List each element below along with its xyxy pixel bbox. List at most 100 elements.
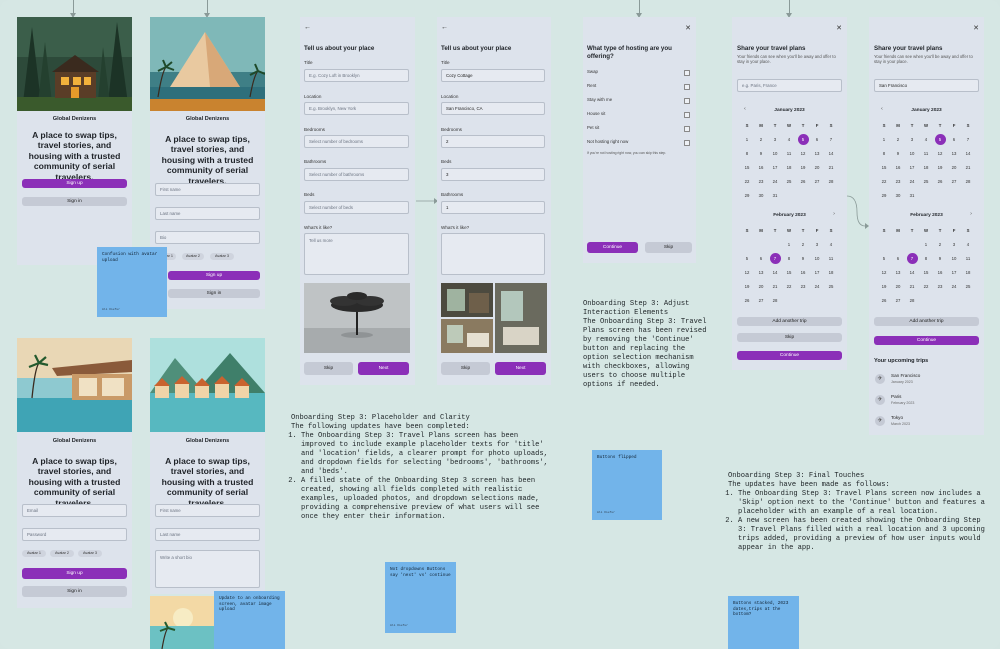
add-trip-button[interactable]: Add another trip <box>874 317 979 326</box>
calendar-day[interactable]: 1 <box>782 237 796 251</box>
calendar-day[interactable]: 14 <box>961 146 975 160</box>
calendar-day[interactable]: 11 <box>782 146 796 160</box>
calendar-day[interactable]: 5 <box>934 133 946 145</box>
calendar-day[interactable]: 12 <box>877 265 891 279</box>
calendar-day[interactable]: 20 <box>891 279 905 293</box>
checkbox[interactable] <box>684 70 690 76</box>
sign-up-button[interactable]: Sign up <box>168 271 260 280</box>
calendar-day[interactable]: 12 <box>933 146 947 160</box>
calendar-day[interactable]: 17 <box>905 160 919 174</box>
title-input[interactable]: Cozy Cottage <box>441 69 545 82</box>
option-pet-sit[interactable]: Pet sit <box>587 125 692 134</box>
description-input[interactable]: Tell us more <box>304 233 409 275</box>
calendar-day[interactable]: 24 <box>905 174 919 188</box>
calendar-day[interactable]: 10 <box>810 251 824 265</box>
calendar-day[interactable]: 20 <box>754 279 768 293</box>
avatar-option-2[interactable]: Avatar 2 <box>50 550 74 557</box>
calendar-day[interactable]: 21 <box>961 160 975 174</box>
calendar-day[interactable]: 14 <box>905 265 919 279</box>
sticky-note-avatar[interactable]: Confusion with avatar upload Ali Kiefer <box>97 247 167 317</box>
calendar-day[interactable]: 7 <box>906 252 918 264</box>
calendar-day[interactable]: 28 <box>824 174 838 188</box>
last-name-input[interactable]: Last name <box>155 528 260 541</box>
bedrooms-select[interactable]: Select number of bedrooms <box>304 135 409 148</box>
checkbox[interactable] <box>684 126 690 132</box>
calendar-day[interactable]: 26 <box>877 293 891 307</box>
calendar-day[interactable]: 24 <box>810 279 824 293</box>
calendar-day[interactable]: 17 <box>810 265 824 279</box>
first-name-input[interactable]: First name <box>155 183 260 196</box>
calendar-day[interactable]: 10 <box>947 251 961 265</box>
calendar-day[interactable]: 15 <box>782 265 796 279</box>
calendar-day[interactable]: 16 <box>796 265 810 279</box>
calendar-day[interactable]: 14 <box>768 265 782 279</box>
calendar-day[interactable]: 23 <box>796 279 810 293</box>
close-icon[interactable]: ✕ <box>685 24 691 32</box>
bathrooms-select[interactable]: Select number of bathrooms <box>304 168 409 181</box>
location-input[interactable]: E.g. Brooklyn, New York <box>304 102 409 115</box>
avatar-option-2[interactable]: Avatar 2 <box>182 253 204 260</box>
calendar-day[interactable]: 8 <box>877 146 891 160</box>
calendar-day[interactable]: 26 <box>796 174 810 188</box>
calendar-day[interactable]: 10 <box>905 146 919 160</box>
calendar-day[interactable]: 6 <box>754 251 768 265</box>
calendar-day[interactable]: 15 <box>877 160 891 174</box>
calendar-day[interactable]: 13 <box>810 146 824 160</box>
continue-button[interactable]: Continue <box>874 336 979 345</box>
sign-in-button[interactable]: Sign in <box>22 197 127 206</box>
continue-button[interactable]: Continue <box>737 351 842 360</box>
continue-button[interactable]: Continue <box>587 242 638 253</box>
calendar-day[interactable]: 4 <box>782 132 796 146</box>
calendar-day[interactable]: 23 <box>754 174 768 188</box>
calendar-day[interactable]: 15 <box>740 160 754 174</box>
calendar-day[interactable]: 30 <box>754 188 768 202</box>
skip-button[interactable]: Skip <box>645 242 692 253</box>
calendar-day[interactable]: 5 <box>740 251 754 265</box>
calendar-day[interactable]: 3 <box>810 237 824 251</box>
beds-select[interactable]: Select number of beds <box>304 201 409 214</box>
calendar-day[interactable]: 29 <box>740 188 754 202</box>
calendar-day[interactable]: 25 <box>919 174 933 188</box>
calendar-day[interactable]: 7 <box>824 132 838 146</box>
calendar-day[interactable]: 27 <box>891 293 905 307</box>
option-rent[interactable]: Rent <box>587 83 692 92</box>
sign-in-button[interactable]: Sign in <box>22 586 127 597</box>
calendar-day[interactable]: 3 <box>905 132 919 146</box>
calendar-day[interactable]: 22 <box>782 279 796 293</box>
skip-button[interactable]: Skip <box>737 333 842 342</box>
uploaded-photos-grid[interactable] <box>441 283 547 353</box>
calendar-day[interactable]: 28 <box>768 293 782 307</box>
back-arrow-icon[interactable]: ← <box>441 24 448 31</box>
calendar-day[interactable]: 29 <box>877 188 891 202</box>
calendar-day[interactable]: 27 <box>810 174 824 188</box>
calendar-february[interactable]: S M T W T F S 1 2 3 4 5 6 7 8 9 10 11 12 13 14 15 16 17 18 19 20 21… <box>877 223 975 307</box>
first-name-input[interactable]: First name <box>155 504 260 517</box>
calendar-day[interactable]: 14 <box>824 146 838 160</box>
calendar-day[interactable]: 18 <box>919 160 933 174</box>
calendar-day[interactable]: 6 <box>947 132 961 146</box>
calendar-day[interactable]: 1 <box>919 237 933 251</box>
calendar-january[interactable]: S M T W T F S 1 2 3 4 5 6 7 8 9 10 11 12 13 14 15 16 17 18 19 20 21… <box>877 118 975 202</box>
destination-input[interactable]: e.g. Paris, France <box>737 79 842 92</box>
photo-upload-placeholder[interactable] <box>304 283 410 353</box>
calendar-day[interactable]: 2 <box>754 132 768 146</box>
bathrooms-select[interactable]: 1 <box>441 201 545 214</box>
bio-input[interactable]: Bio <box>155 231 260 244</box>
calendar-day[interactable]: 4 <box>961 237 975 251</box>
calendar-day[interactable]: 5 <box>877 251 891 265</box>
calendar-day[interactable]: 11 <box>824 251 838 265</box>
calendar-day[interactable]: 26 <box>933 174 947 188</box>
calendar-day[interactable]: 7 <box>769 252 781 264</box>
calendar-day[interactable]: 27 <box>754 293 768 307</box>
calendar-day[interactable]: 9 <box>933 251 947 265</box>
calendar-day[interactable]: 2 <box>796 237 810 251</box>
beds-select[interactable]: 3 <box>441 168 545 181</box>
option-swap[interactable]: Swap <box>587 69 692 78</box>
location-input[interactable]: San Francisco, CA <box>441 102 545 115</box>
calendar-day[interactable]: 17 <box>947 265 961 279</box>
calendar-day[interactable]: 18 <box>824 265 838 279</box>
trip-item[interactable]: ✈ Paris February 2023 <box>875 393 978 407</box>
calendar-day[interactable]: 25 <box>961 279 975 293</box>
bio-input[interactable]: Write a short bio <box>155 550 260 588</box>
calendar-day[interactable]: 19 <box>740 279 754 293</box>
